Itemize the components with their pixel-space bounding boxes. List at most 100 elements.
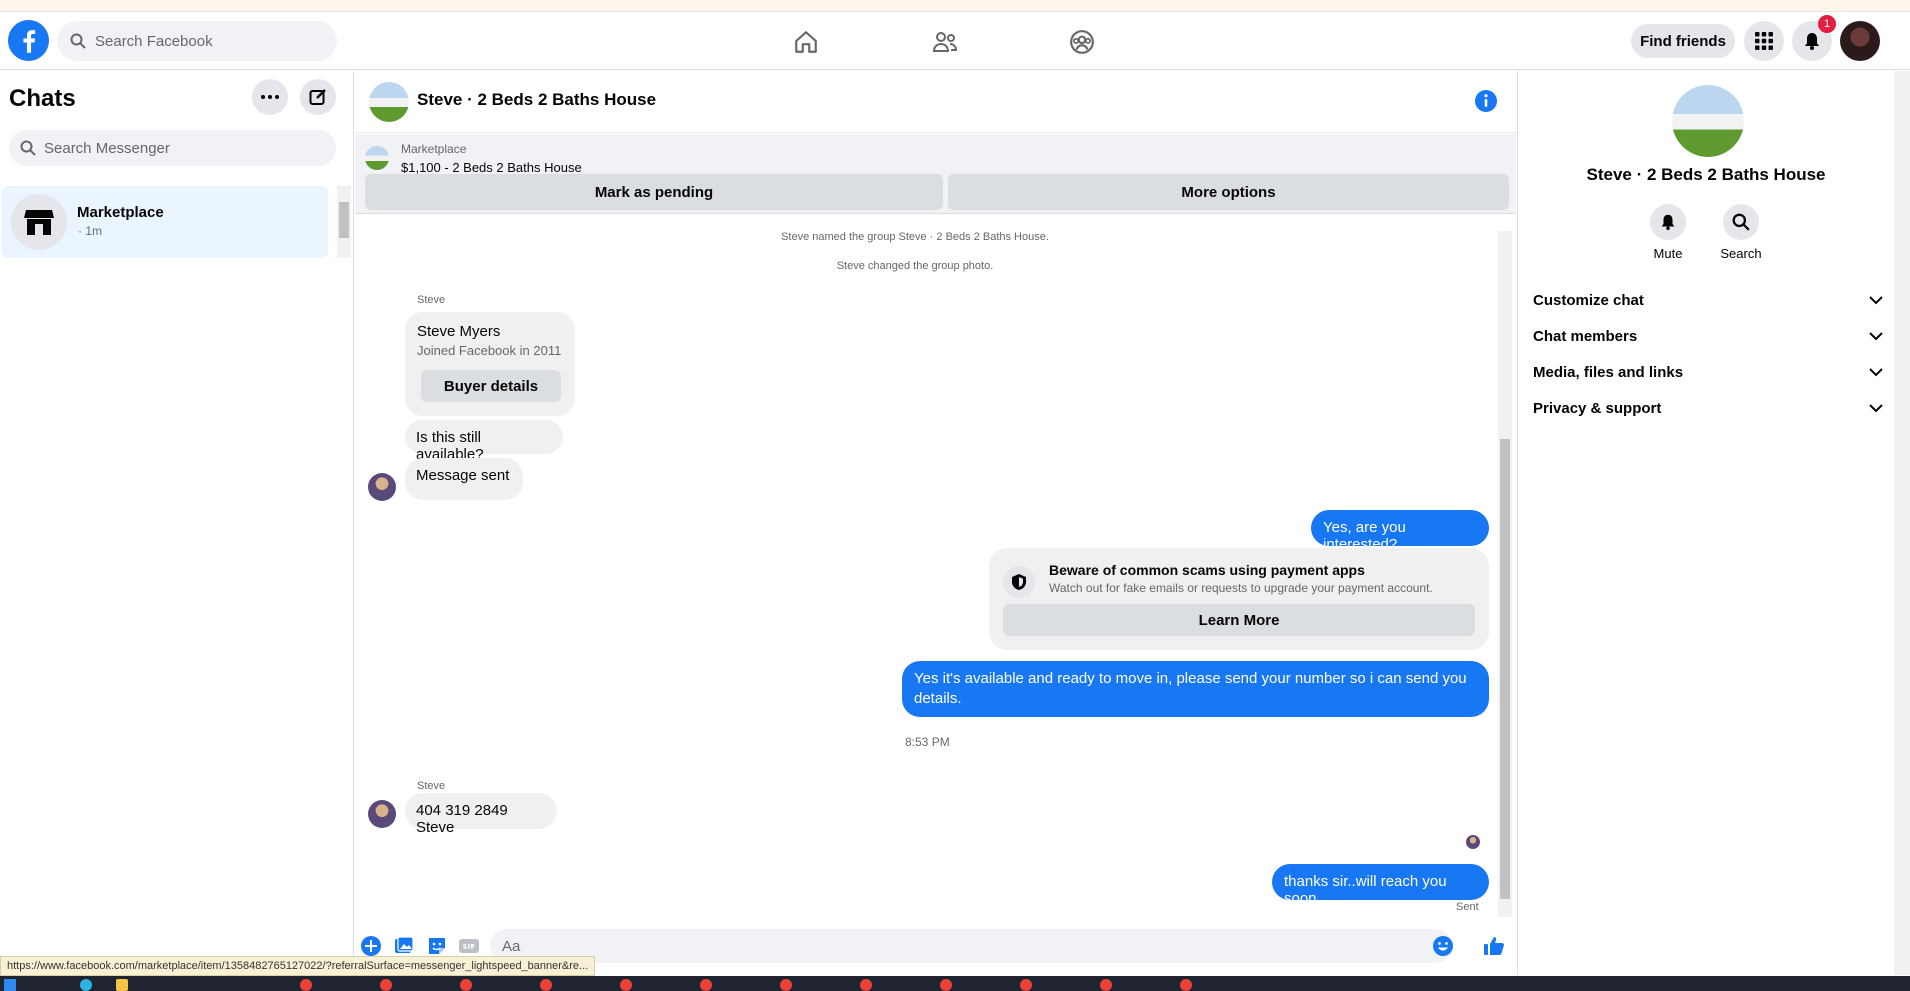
- like-icon[interactable]: [1483, 935, 1505, 957]
- chrome-icon[interactable]: [300, 979, 312, 991]
- mark-as-pending-button[interactable]: Mark as pending: [365, 174, 943, 210]
- media-files-links-section[interactable]: Media, files and links: [1533, 354, 1883, 390]
- home-icon[interactable]: [790, 26, 822, 58]
- more-dots-icon: [261, 95, 279, 99]
- chat-options-button[interactable]: [252, 79, 288, 115]
- marketplace-label: Marketplace: [401, 142, 467, 156]
- conversation-panel: Steve · 2 Beds 2 Baths House Marketplace…: [355, 71, 1516, 975]
- section-label: Customize chat: [1533, 291, 1644, 309]
- edge-icon[interactable]: [80, 979, 92, 991]
- messenger-search-box[interactable]: Search Messenger: [9, 130, 336, 166]
- chrome-icon[interactable]: [940, 979, 952, 991]
- message-bubble-incoming[interactable]: Is this still available?: [405, 420, 563, 463]
- chat-list-item[interactable]: Marketplace · 1m: [2, 186, 328, 258]
- group-photo-large[interactable]: [1672, 85, 1744, 157]
- chrome-icon[interactable]: [860, 979, 872, 991]
- message-input-placeholder: Aa: [502, 937, 521, 955]
- search-icon: [1732, 213, 1750, 231]
- sender-name: Steve: [417, 780, 446, 792]
- bell-icon: [1805, 33, 1819, 50]
- chrome-icon[interactable]: [1020, 979, 1032, 991]
- browser-top-strip: [0, 0, 1910, 12]
- photo-icon[interactable]: [393, 935, 415, 957]
- chrome-icon[interactable]: [460, 979, 472, 991]
- chrome-icon[interactable]: [780, 979, 792, 991]
- facebook-search-placeholder: Search Facebook: [95, 32, 213, 50]
- plus-icon[interactable]: [360, 935, 382, 957]
- chats-sidebar: Chats Search Messenger Marketplace · 1m: [0, 71, 354, 975]
- chrome-icon[interactable]: [540, 979, 552, 991]
- buyer-details-button[interactable]: Buyer details: [421, 370, 561, 402]
- details-name: Steve · 2 Beds 2 Baths House: [1586, 165, 1826, 184]
- message-timestamp: 8:53 PM: [905, 735, 950, 749]
- sender-avatar[interactable]: [368, 473, 396, 501]
- buyer-name: Steve Myers: [417, 323, 501, 340]
- message-input[interactable]: Aa: [490, 929, 1452, 963]
- privacy-support-section[interactable]: Privacy & support: [1533, 390, 1883, 426]
- shield-icon: [1003, 566, 1035, 598]
- message-bubble-incoming[interactable]: 404 319 2849 Steve: [405, 793, 557, 836]
- system-message: Steve named the group Steve · 2 Beds 2 B…: [781, 231, 1049, 243]
- menu-grid-button[interactable]: [1744, 21, 1784, 61]
- scam-warning-body: Watch out for fake emails or requests to…: [1049, 581, 1433, 595]
- facebook-search-box[interactable]: Search Facebook: [57, 21, 337, 61]
- scam-warning-title: Beware of common scams using payment app…: [1049, 562, 1365, 578]
- chat-members-section[interactable]: Chat members: [1533, 318, 1883, 354]
- grid-icon: [1755, 32, 1773, 50]
- emoji-icon[interactable]: [1432, 935, 1454, 957]
- search-in-conversation-button[interactable]: Search: [1711, 204, 1771, 261]
- top-navigation-bar: Search Facebook Find friends 1: [0, 12, 1910, 70]
- notification-badge: 1: [1818, 15, 1836, 33]
- friends-icon[interactable]: [929, 26, 961, 58]
- sender-avatar[interactable]: [368, 800, 396, 828]
- chevron-down-icon: [1869, 367, 1883, 376]
- new-message-button[interactable]: [300, 79, 336, 115]
- listing-title[interactable]: $1,100 - 2 Beds 2 Baths House: [401, 160, 582, 175]
- chrome-icon[interactable]: [620, 979, 632, 991]
- marketplace-icon: [11, 194, 67, 250]
- windows-start-icon[interactable]: [4, 979, 16, 991]
- section-label: Privacy & support: [1533, 399, 1662, 417]
- mute-button[interactable]: Mute: [1638, 204, 1698, 261]
- chats-title: Chats: [9, 85, 76, 112]
- folder-icon[interactable]: [116, 979, 128, 991]
- chrome-icon[interactable]: [1100, 979, 1112, 991]
- section-label: Media, files and links: [1533, 363, 1684, 381]
- group-photo[interactable]: [369, 82, 409, 122]
- groups-icon[interactable]: [1066, 26, 1098, 58]
- windows-taskbar: [0, 976, 1910, 991]
- find-friends-button[interactable]: Find friends: [1631, 24, 1735, 58]
- message-bubble-outgoing[interactable]: Yes it's available and ready to move in,…: [902, 661, 1489, 717]
- profile-avatar[interactable]: [1840, 21, 1880, 61]
- conversation-scrollbar[interactable]: [1498, 231, 1512, 917]
- chrome-icon[interactable]: [1180, 979, 1192, 991]
- message-bubble-outgoing[interactable]: thanks sir..will reach you soon: [1272, 864, 1489, 907]
- seen-avatar: [1466, 835, 1480, 849]
- listing-thumbnail[interactable]: [365, 146, 389, 170]
- chrome-icon[interactable]: [700, 979, 712, 991]
- messenger-search-placeholder: Search Messenger: [44, 139, 170, 157]
- bell-icon: [1661, 214, 1675, 231]
- conversation-header: Steve · 2 Beds 2 Baths House: [355, 71, 1516, 133]
- message-bubble-incoming[interactable]: Message sent: [405, 458, 523, 500]
- sticker-icon[interactable]: [426, 935, 448, 957]
- system-message: Steve changed the group photo.: [836, 260, 994, 272]
- buyer-details-card: Steve Myers Joined Facebook in 2011 Buye…: [405, 312, 575, 416]
- conversation-title[interactable]: Steve · 2 Beds 2 Baths House: [417, 90, 656, 110]
- chevron-down-icon: [1869, 295, 1883, 304]
- chat-time: · 1m: [78, 224, 102, 238]
- message-bubble-outgoing[interactable]: Yes, are you interested?: [1311, 510, 1489, 553]
- chevron-down-icon: [1869, 331, 1883, 340]
- customize-chat-section[interactable]: Customize chat: [1533, 282, 1883, 318]
- page-scrollbar[interactable]: [1894, 71, 1910, 975]
- gif-icon[interactable]: [458, 935, 480, 957]
- message-status: Sent: [1456, 901, 1479, 913]
- section-label: Chat members: [1533, 327, 1638, 345]
- chrome-icon[interactable]: [380, 979, 392, 991]
- facebook-logo-icon[interactable]: [8, 20, 49, 61]
- learn-more-button[interactable]: Learn More: [1003, 604, 1475, 636]
- chat-list-scrollbar[interactable]: [337, 186, 351, 258]
- status-bar-url: https://www.facebook.com/marketplace/ite…: [0, 956, 596, 976]
- more-options-button[interactable]: More options: [948, 174, 1509, 210]
- info-icon[interactable]: [1474, 89, 1498, 113]
